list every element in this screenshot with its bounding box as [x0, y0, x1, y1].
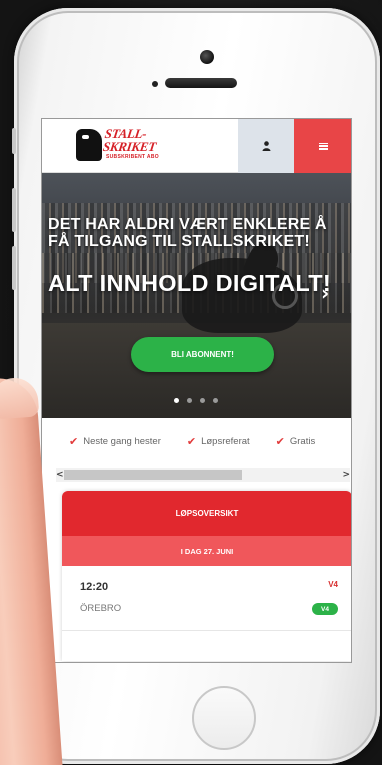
scrollbar-thumb[interactable]	[64, 470, 242, 480]
home-button[interactable]	[192, 686, 256, 750]
carousel-dot[interactable]	[174, 398, 179, 403]
chevron-right-icon[interactable]: ›	[321, 283, 337, 303]
user-account-button[interactable]	[238, 119, 294, 173]
feature-label: Neste gang hester	[83, 435, 161, 447]
game-type-label: V4	[328, 580, 338, 589]
carousel-dot[interactable]	[213, 398, 218, 403]
carousel-dot[interactable]	[187, 398, 192, 403]
check-icon: ✔	[186, 434, 197, 448]
front-camera	[200, 50, 214, 64]
subscribe-button[interactable]: BLI ABONNENT!	[131, 337, 274, 372]
feature-label: Løpsreferat	[201, 435, 250, 447]
check-icon: ✔	[69, 434, 79, 448]
logo-wordmark: STALL-SKRIKET	[102, 126, 157, 154]
race-row[interactable]: 12:20 ÖREBRO V4 V4	[62, 566, 351, 631]
race-overview-panel: LØPSOVERSIKT I DAG 27. JUNI 12:20 ÖREBRO…	[62, 491, 351, 661]
earpiece-speaker	[165, 78, 237, 88]
hero-carousel: DET HAR ALDRI VÆRT ENKLERE Å FÅ TILGANG …	[42, 173, 351, 418]
phone-screen: STALL-SKRIKET SUBSKRIBENT ABO DET HAR AL…	[41, 118, 352, 663]
site-header: STALL-SKRIKET SUBSKRIBENT ABO	[42, 119, 351, 173]
feature-label: Gratis	[289, 435, 316, 447]
hero-title: ALT INNHOLD DIGITALT!	[48, 270, 332, 296]
scroll-right-icon[interactable]: >	[342, 468, 350, 482]
horizontal-scrollbar[interactable]: < >	[56, 468, 350, 482]
game-type-badge[interactable]: V4	[312, 603, 338, 615]
feature-item: ✔ Gratis	[276, 435, 316, 448]
volume-down-button	[12, 246, 16, 290]
feature-item: ✔ Neste gang hester	[69, 435, 161, 448]
volume-up-button	[12, 188, 16, 232]
logo-tagline: SUBSKRIBENT ABO	[106, 154, 159, 160]
user-icon	[262, 141, 270, 151]
hero-subtitle: DET HAR ALDRI VÆRT ENKLERE Å FÅ TILGANG …	[48, 216, 327, 250]
hamburger-menu-icon	[319, 142, 328, 150]
stallskriket-logo[interactable]: STALL-SKRIKET SUBSKRIBENT ABO	[76, 126, 166, 165]
race-time: 12:20	[80, 581, 109, 593]
check-icon: ✔	[275, 434, 285, 448]
photo-background: STALL-SKRIKET SUBSKRIBENT ABO DET HAR AL…	[0, 0, 382, 765]
mute-switch	[12, 128, 16, 154]
carousel-dot[interactable]	[200, 398, 205, 403]
horse-logo-icon	[76, 129, 102, 161]
race-overview-title: LØPSOVERSIKT	[62, 491, 351, 536]
race-date-header[interactable]: I DAG 27. JUNI	[62, 536, 351, 566]
feature-item: ✔ Løpsreferat	[187, 435, 250, 448]
race-venue: ÖREBRO	[80, 603, 122, 614]
proximity-sensor	[152, 81, 158, 87]
menu-button[interactable]	[294, 119, 351, 173]
carousel-indicators	[174, 398, 218, 403]
scroll-left-icon[interactable]: <	[56, 468, 64, 482]
feature-list: ✔ Neste gang hester ✔ Løpsreferat ✔ Grat…	[42, 418, 351, 464]
